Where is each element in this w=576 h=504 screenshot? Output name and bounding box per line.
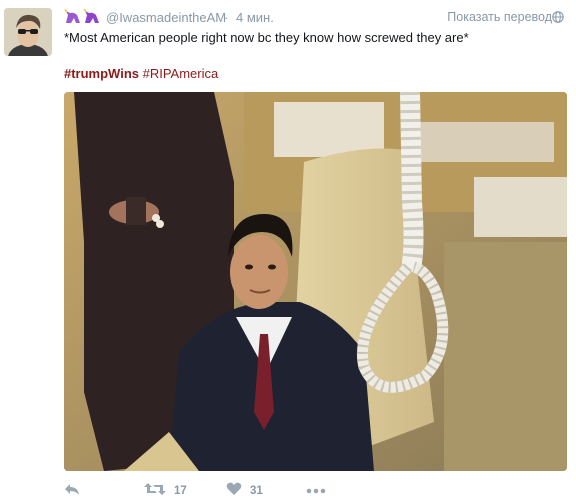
retweet-button[interactable]: 17 — [144, 482, 187, 499]
unicorn-icon — [64, 8, 102, 28]
hashtag-link[interactable]: #trumpWins — [64, 66, 139, 81]
globe-icon — [552, 11, 564, 26]
reply-button[interactable] — [64, 482, 80, 499]
timestamp[interactable]: 4 мин. — [236, 10, 274, 25]
tweet-text: *Most American people right now bc they … — [64, 30, 469, 45]
retweet-icon — [144, 482, 166, 499]
like-count: 31 — [250, 484, 263, 497]
translate-link[interactable]: Показать перевод — [447, 10, 552, 24]
user-handle[interactable]: @IwasmadeintheAM — [106, 10, 226, 25]
avatar[interactable] — [4, 8, 52, 56]
tweet-actions: 17 31 — [64, 482, 464, 500]
retweet-count: 17 — [174, 484, 187, 497]
separator-dot: · — [224, 10, 229, 25]
tweet-header: @IwasmadeintheAM · 4 мин. Показать перев… — [64, 8, 564, 26]
more-button[interactable] — [306, 485, 326, 497]
like-button[interactable]: 31 — [226, 482, 263, 499]
reply-icon — [64, 482, 80, 499]
hashtag-row: #trumpWins #RIPAmerica — [64, 66, 218, 81]
heart-icon — [226, 482, 242, 499]
hashtag-link[interactable]: #RIPAmerica — [143, 66, 219, 81]
more-icon — [306, 485, 326, 497]
tweet-photo[interactable] — [64, 92, 567, 471]
photo-image — [64, 92, 567, 471]
avatar-image — [4, 8, 52, 56]
